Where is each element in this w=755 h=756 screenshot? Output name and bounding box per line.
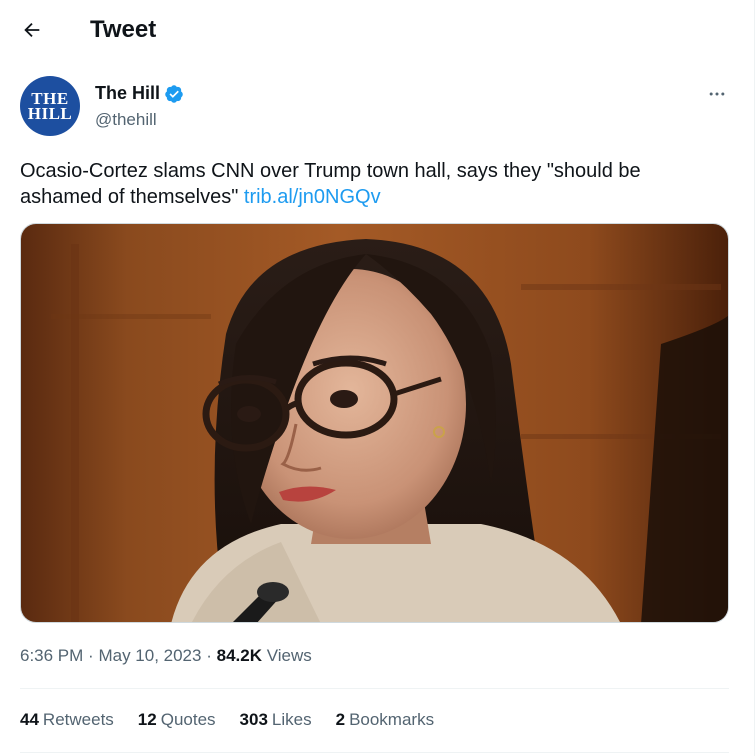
tweet-date[interactable]: May 10, 2023 bbox=[98, 646, 201, 665]
avatar-logo-line2: HILL bbox=[27, 104, 73, 123]
tweet-link[interactable]: trib.al/jn0NGQv bbox=[244, 186, 381, 208]
meta-separator: · bbox=[88, 646, 94, 665]
verified-badge-icon bbox=[165, 84, 183, 103]
engagement-stats: 44 Retweets 12 Quotes 303 Likes 2 Bookmarks bbox=[20, 710, 434, 730]
retweets-stat[interactable]: 44 Retweets bbox=[20, 710, 114, 730]
tweet-meta: 6:36 PM · May 10, 2023 · 84.2K Views bbox=[20, 646, 312, 666]
likes-count: 303 bbox=[239, 710, 268, 729]
likes-stat[interactable]: 303 Likes bbox=[240, 710, 312, 730]
avatar[interactable]: THE HILL bbox=[20, 76, 80, 136]
divider bbox=[20, 752, 729, 753]
more-horizontal-icon bbox=[709, 92, 725, 96]
meta-separator: · bbox=[206, 646, 212, 665]
author-handle[interactable]: @thehill bbox=[95, 110, 157, 130]
quotes-label: Quotes bbox=[160, 710, 216, 729]
bookmarks-stat[interactable]: 2 Bookmarks bbox=[336, 710, 435, 730]
likes-label: Likes bbox=[271, 710, 312, 729]
quotes-stat[interactable]: 12 Quotes bbox=[138, 710, 216, 730]
retweets-count: 44 bbox=[20, 710, 39, 729]
author-name-row: The Hill bbox=[95, 83, 184, 104]
more-options-button[interactable] bbox=[700, 80, 734, 108]
page-title: Tweet bbox=[90, 16, 157, 43]
arrow-left-icon bbox=[24, 22, 40, 38]
views-count: 84.2K bbox=[216, 646, 262, 665]
views-label: Views bbox=[266, 646, 312, 665]
back-button[interactable] bbox=[14, 12, 50, 48]
tweet-page: Tweet THE HILL The Hill @thehill Ocasio-… bbox=[0, 0, 755, 756]
tweet-text: Ocasio-Cortez slams CNN over Trump town … bbox=[20, 158, 720, 210]
quotes-count: 12 bbox=[137, 710, 157, 729]
divider bbox=[20, 688, 729, 689]
bookmarks-label: Bookmarks bbox=[349, 710, 435, 729]
tweet-photo[interactable] bbox=[20, 223, 729, 623]
photo-illustration bbox=[21, 224, 728, 622]
bookmarks-count: 2 bbox=[335, 710, 346, 729]
page-header: Tweet bbox=[0, 0, 750, 62]
tweet-time[interactable]: 6:36 PM bbox=[20, 646, 83, 665]
author-name[interactable]: The Hill bbox=[95, 83, 160, 104]
retweets-label: Retweets bbox=[42, 710, 114, 729]
